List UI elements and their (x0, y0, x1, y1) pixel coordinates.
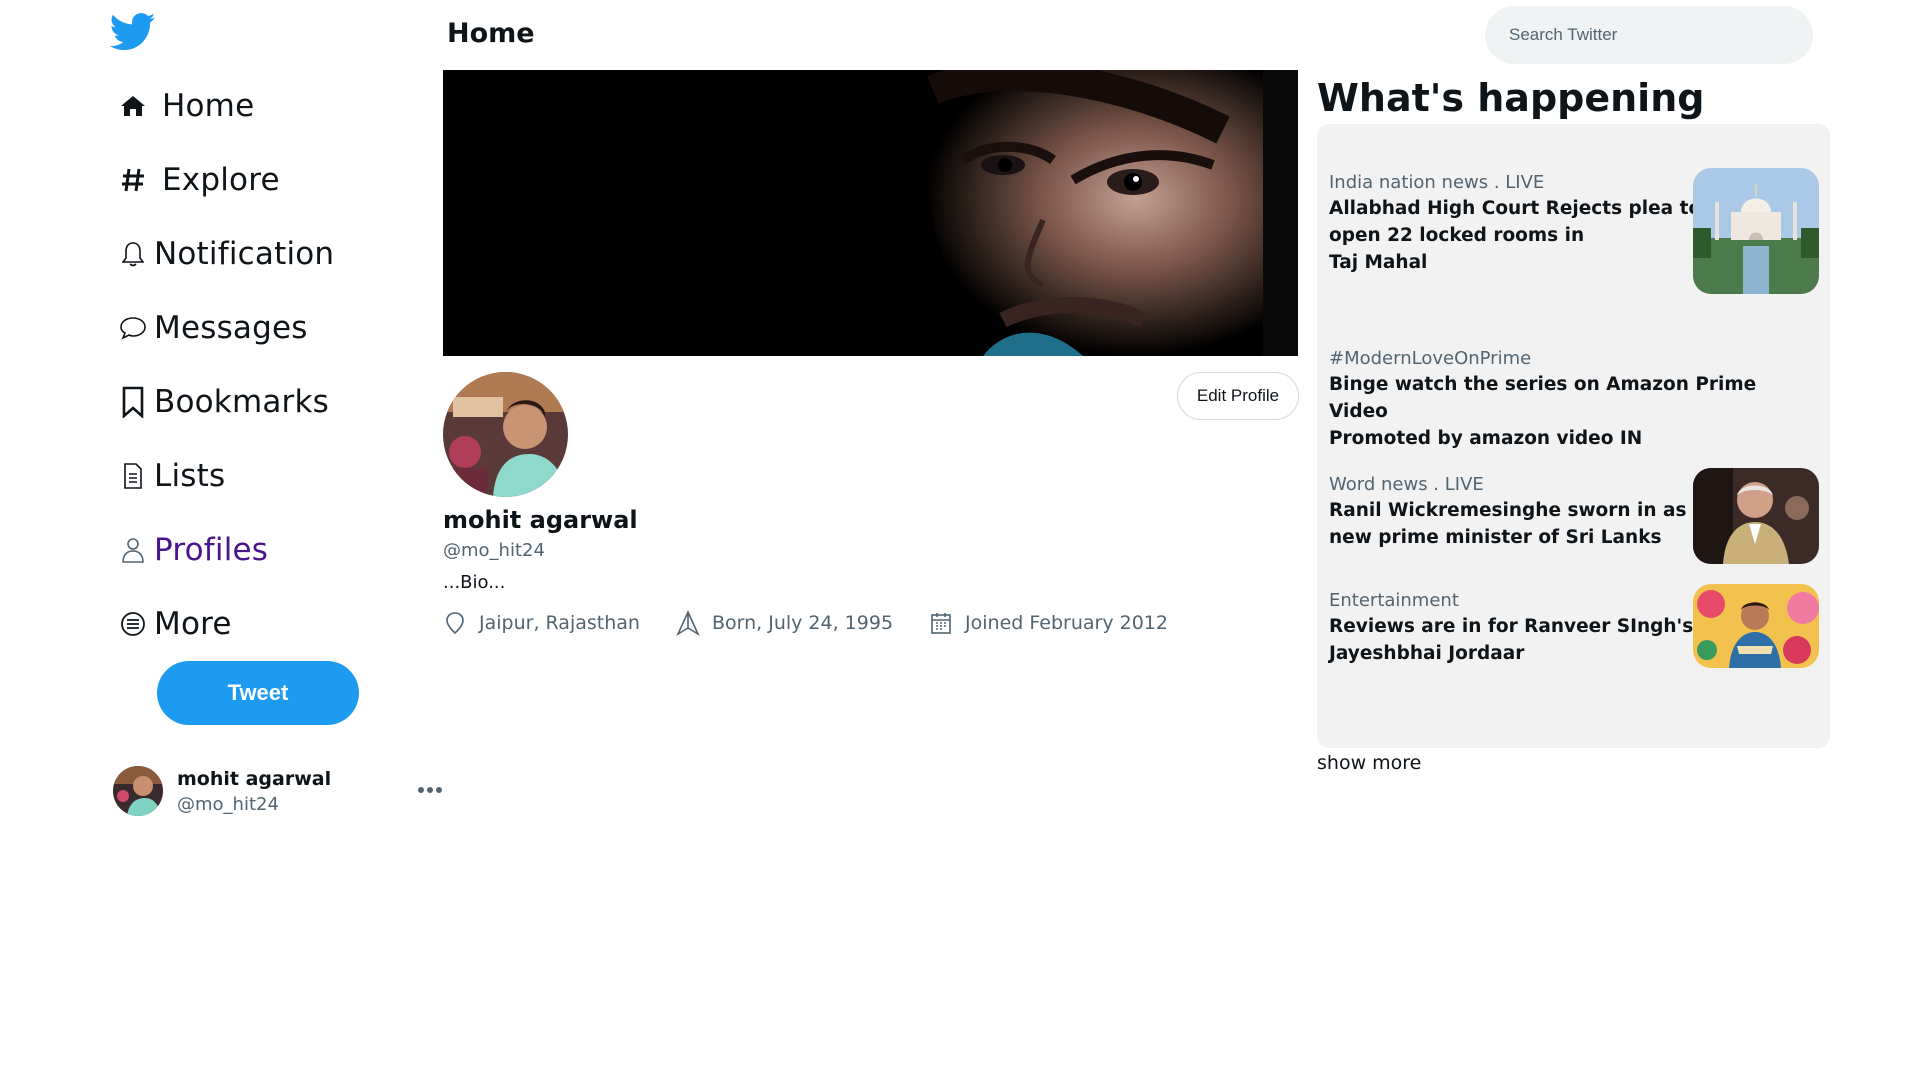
trends-panel: India nation news . LIVE Allabhad High C… (1317, 124, 1830, 748)
nav-item-lists[interactable]: Lists (118, 450, 225, 502)
account-name: mohit agarwal (177, 767, 332, 790)
trend-item[interactable]: Word news . LIVE Ranil Wickremesinghe sw… (1329, 468, 1819, 564)
avatar (113, 766, 163, 816)
profile-location: Jaipur, Rajasthan (443, 610, 640, 636)
taj-mahal-image (1693, 168, 1819, 294)
nav-label: Explore (162, 162, 280, 198)
profile-banner[interactable] (443, 70, 1298, 356)
hashtag-icon (118, 165, 148, 195)
nav-label: More (154, 606, 232, 642)
more-circle-icon (118, 609, 148, 639)
location-text: Jaipur, Rajasthan (479, 612, 640, 634)
sidebar: Home Explore Notification Messages Bookm… (0, 0, 443, 1080)
joined-text: Joined February 2012 (965, 612, 1168, 634)
whats-happening-title: What's happening (1317, 76, 1705, 120)
trend-item[interactable]: #ModernLoveOnPrime Binge watch the serie… (1329, 348, 1819, 452)
page-title: Home (447, 18, 535, 49)
bell-icon (118, 239, 148, 269)
account-switcher[interactable]: mohit agarwal @mo_hit24 (113, 764, 443, 818)
balloon-icon (676, 610, 700, 636)
nav-item-profiles[interactable]: Profiles (118, 524, 268, 576)
birthday-text: Born, July 24, 1995 (711, 612, 894, 634)
account-handle: @mo_hit24 (177, 793, 279, 815)
twitter-bird-icon[interactable] (109, 12, 160, 54)
profile-name: mohit agarwal (443, 506, 638, 534)
nav-item-messages[interactable]: Messages (118, 302, 308, 354)
chat-bubble-icon (118, 313, 148, 343)
trend-item[interactable]: Entertainment Reviews are in for Ranveer… (1329, 584, 1819, 668)
tweet-button[interactable]: Tweet (157, 661, 359, 725)
show-more-link[interactable]: show more (1317, 752, 1421, 774)
nav-label: Lists (154, 458, 226, 494)
politician-image (1693, 468, 1819, 564)
profile-meta: Jaipur, Rajasthan Born, July 24, 1995 Jo… (443, 608, 1204, 638)
trend-item[interactable]: India nation news . LIVE Allabhad High C… (1329, 168, 1819, 294)
nav-item-bookmarks[interactable]: Bookmarks (118, 376, 329, 428)
nav-label: Home (162, 88, 255, 124)
nav-label: Profiles (154, 532, 269, 568)
search-input[interactable] (1485, 6, 1813, 64)
trend-headline: Binge watch the series on Amazon Prime V… (1329, 371, 1819, 452)
main-column: Home Edit Profile mohit agarwal @mo_hit2… (443, 0, 1299, 1080)
movie-still-image (1693, 584, 1819, 668)
nav-label: Messages (154, 310, 308, 346)
nav-item-home[interactable]: Home (118, 80, 254, 132)
edit-profile-button[interactable]: Edit Profile (1177, 372, 1299, 420)
bookmark-icon (118, 386, 148, 418)
account-text: mohit agarwal @mo_hit24 (177, 768, 331, 815)
profile-birthday: Born, July 24, 1995 (676, 610, 893, 636)
trend-headline-line: Promoted by amazon video IN (1329, 428, 1643, 449)
nav-label: Notification (154, 236, 335, 272)
document-icon (118, 461, 148, 491)
trend-headline-line: Binge watch the series on Amazon Prime V… (1329, 374, 1757, 422)
trend-category: #ModernLoveOnPrime (1329, 348, 1532, 369)
profile-avatar[interactable] (443, 372, 568, 497)
home-icon (118, 91, 148, 121)
user-icon (118, 535, 148, 565)
calendar-icon (929, 610, 953, 636)
profile-handle: @mo_hit24 (443, 540, 545, 561)
location-pin-icon (443, 610, 467, 636)
nav-item-more[interactable]: More (118, 598, 232, 650)
nav-label: Bookmarks (154, 384, 329, 420)
nav-item-notification[interactable]: Notification (118, 228, 334, 280)
ellipsis-icon[interactable] (417, 780, 443, 800)
profile-joined: Joined February 2012 (929, 610, 1168, 636)
nav-item-explore[interactable]: Explore (118, 154, 280, 206)
profile-bio: ...Bio... (443, 572, 506, 593)
